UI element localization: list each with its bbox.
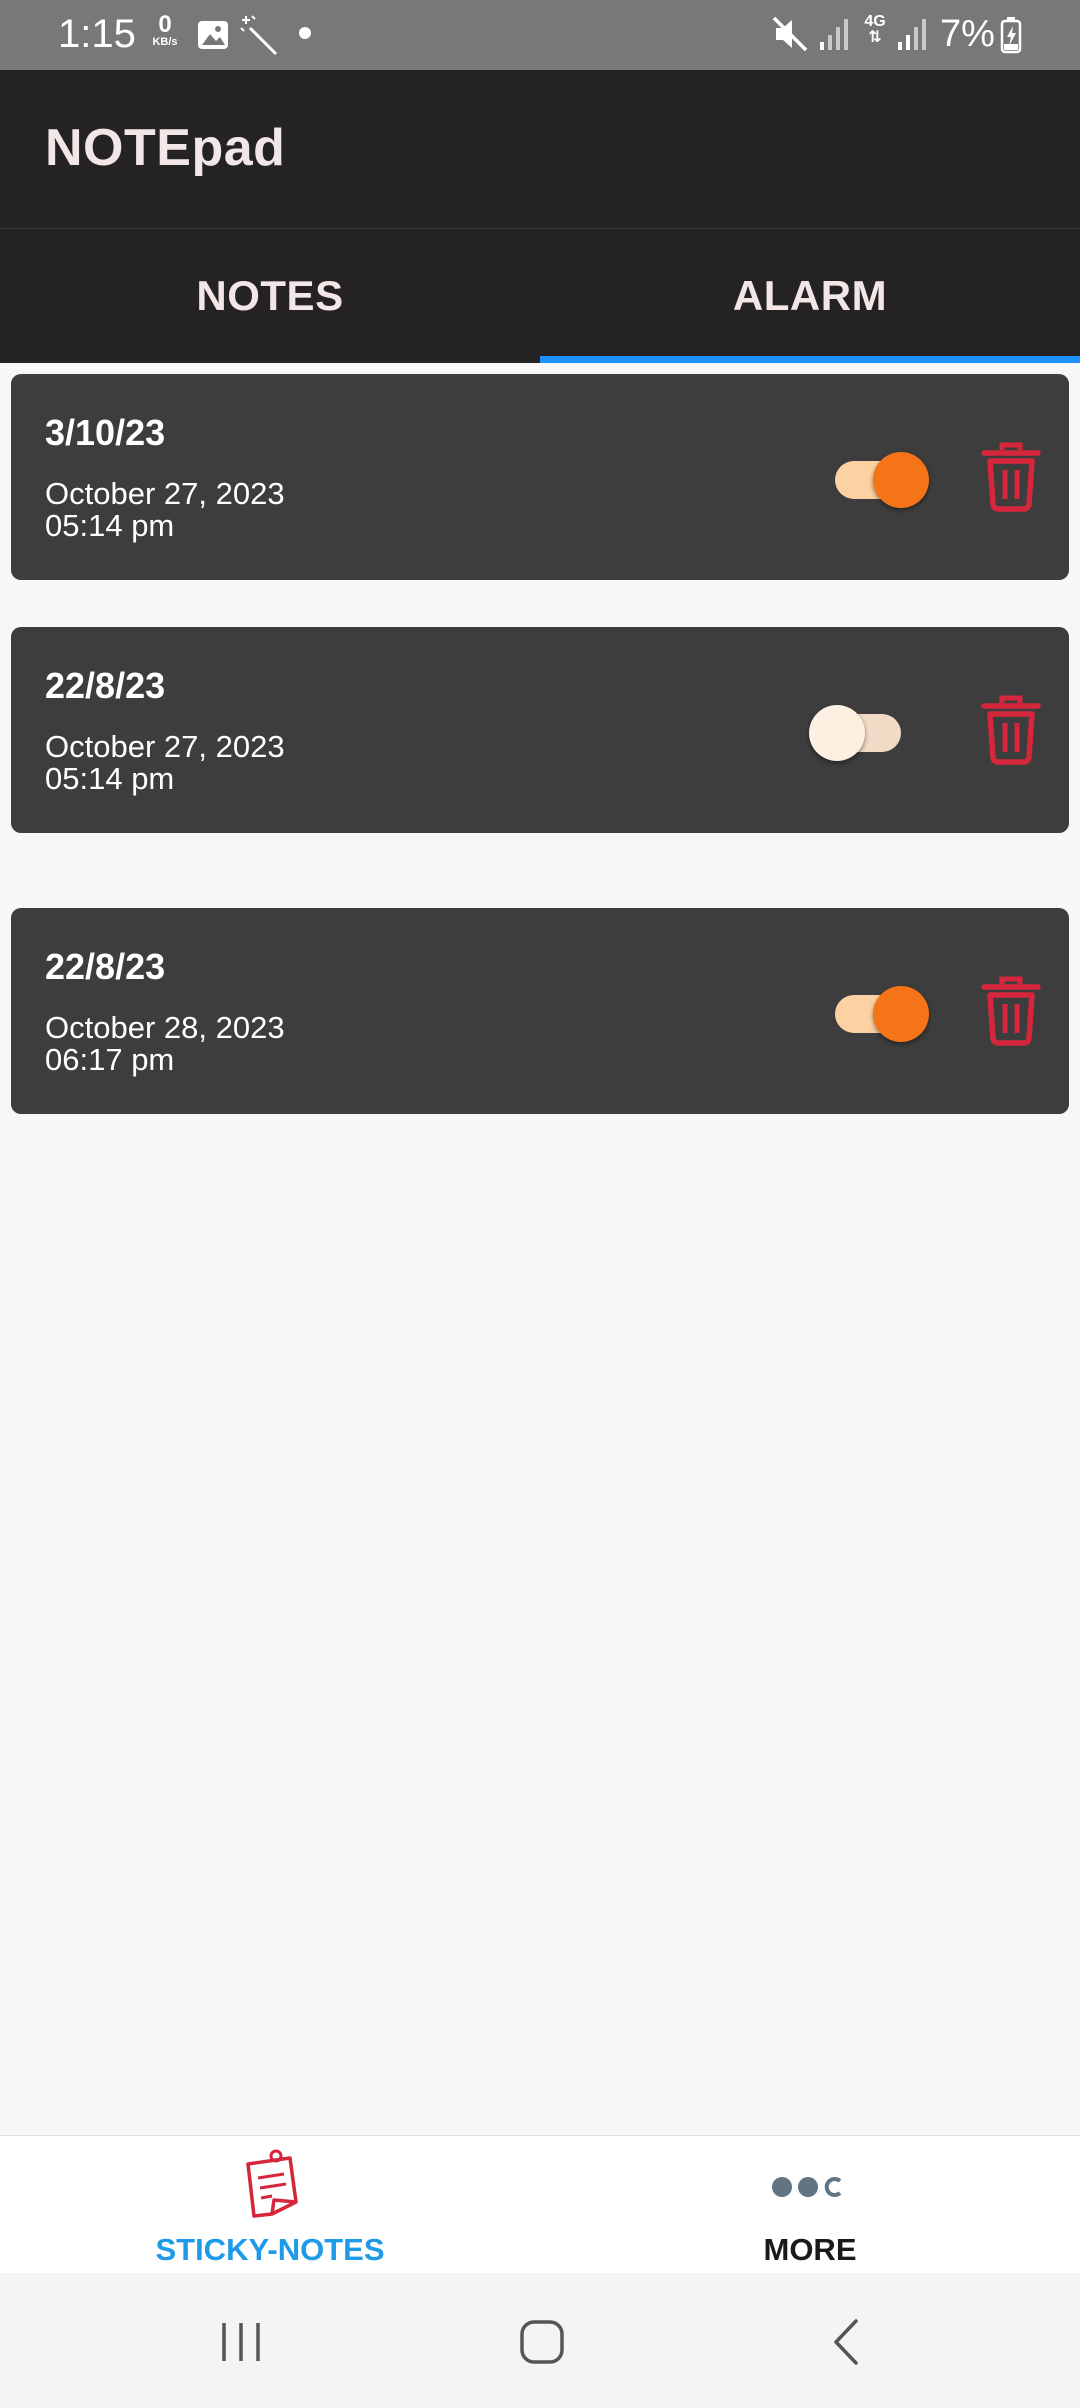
alarm-date: October 27, 2023	[45, 729, 285, 764]
sticky-note-icon	[246, 2149, 298, 2218]
status-bar: 1:15 0 KB/s 4G ⇅ 7%	[0, 0, 1080, 70]
alarm-date: October 28, 2023	[45, 1010, 285, 1045]
alarm-title: 3/10/23	[45, 412, 166, 453]
alarm-time: 05:14 pm	[45, 761, 175, 796]
delete-icon[interactable]	[981, 976, 1041, 1046]
network-4g-icon: 4G ⇅	[864, 13, 886, 46]
active-tab-indicator	[540, 356, 1080, 363]
nav-sticky-notes[interactable]: STICKY-NOTES	[0, 2136, 540, 2274]
delete-icon[interactable]	[981, 695, 1041, 765]
net-speed-value: 0	[158, 11, 172, 38]
notification-dot-icon	[299, 27, 311, 39]
signal-icon-2	[898, 19, 926, 50]
toggle-knob	[873, 452, 929, 508]
mute-icon	[772, 16, 808, 52]
alarm-card[interactable]: 3/10/23 October 27, 2023 05:14 pm	[11, 374, 1069, 580]
battery-percent: 7%	[940, 13, 995, 55]
toggle-knob	[809, 705, 865, 761]
tab-notes-label: NOTES	[196, 272, 344, 319]
bottom-navigation: STICKY-NOTES MORE	[0, 2135, 1080, 2274]
status-time: 1:15	[58, 12, 136, 56]
tab-notes[interactable]: NOTES	[0, 229, 540, 363]
more-dots-icon	[772, 2177, 842, 2197]
toggle-knob	[873, 986, 929, 1042]
net-speed-unit: KB/s	[152, 36, 178, 48]
alarm-date: October 27, 2023	[45, 476, 285, 511]
app-bar: NOTEpad	[0, 70, 1080, 229]
nav-sticky-notes-label: STICKY-NOTES	[155, 2232, 385, 2267]
alarm-toggle[interactable]	[829, 448, 929, 508]
nav-more[interactable]: MORE	[540, 2136, 1080, 2274]
alarm-card[interactable]: 22/8/23 October 27, 2023 05:14 pm	[11, 627, 1069, 833]
back-icon[interactable]	[826, 2317, 866, 2367]
signal-icon	[820, 19, 848, 50]
network-type: 4G	[864, 13, 886, 30]
tab-alarm-label: ALARM	[732, 272, 888, 319]
app-title: NOTEpad	[45, 119, 286, 177]
alarm-title: 22/8/23	[45, 946, 166, 987]
alarm-toggle[interactable]	[829, 982, 929, 1042]
delete-icon[interactable]	[981, 442, 1041, 512]
alarm-title: 22/8/23	[45, 665, 166, 706]
nav-more-label: MORE	[763, 2232, 857, 2267]
alarm-time: 05:14 pm	[45, 508, 175, 543]
system-navigation-bar	[0, 2273, 1080, 2408]
gallery-icon	[198, 21, 228, 49]
tab-alarm[interactable]: ALARM	[540, 229, 1080, 363]
alarm-time: 06:17 pm	[45, 1042, 175, 1077]
alarm-toggle[interactable]	[809, 701, 909, 761]
home-icon[interactable]	[518, 2318, 566, 2366]
recent-apps-icon[interactable]	[218, 2319, 264, 2365]
battery-charging-icon	[1000, 17, 1022, 54]
alarm-card[interactable]: 22/8/23 October 28, 2023 06:17 pm	[11, 908, 1069, 1114]
net-speed: 0 KB/s	[143, 11, 187, 49]
magic-wand-icon	[240, 15, 278, 56]
tab-bar: NOTES ALARM	[0, 229, 1080, 363]
